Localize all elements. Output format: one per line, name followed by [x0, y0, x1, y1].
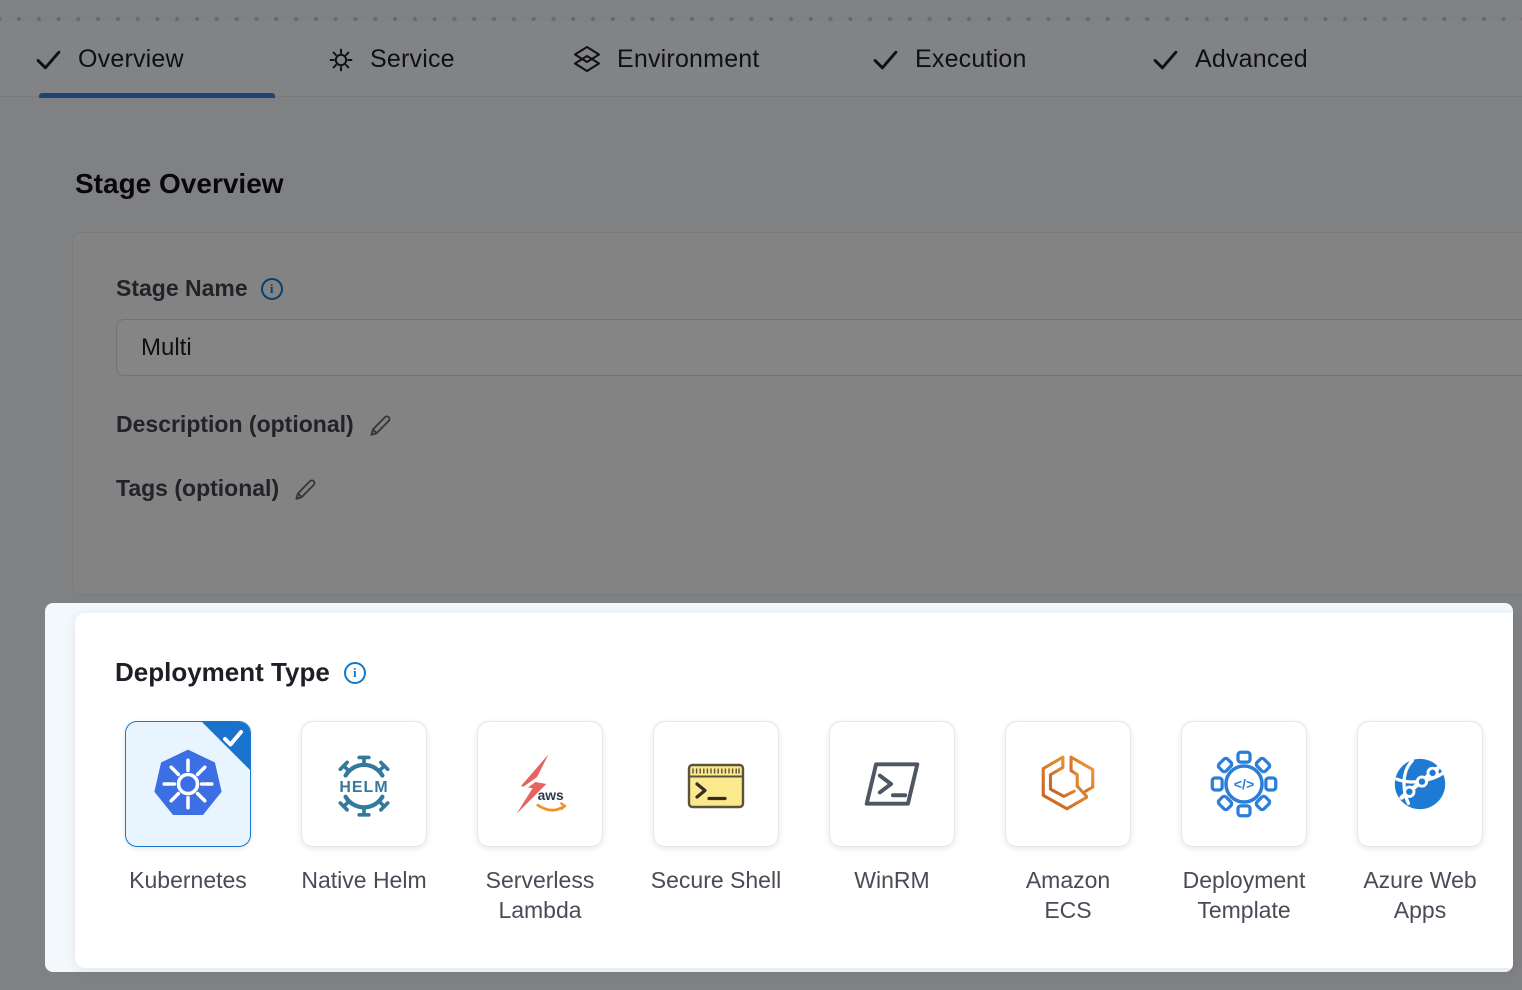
- deployment-type-title: Deployment Type: [115, 657, 330, 688]
- deployment-type-tile[interactable]: [1005, 721, 1131, 847]
- stage-overview-title: Stage Overview: [75, 168, 284, 200]
- active-tab-underline: [39, 93, 275, 98]
- check-icon: [1152, 46, 1179, 73]
- deployment-type-tile[interactable]: [829, 721, 955, 847]
- tab-overview[interactable]: Overview: [35, 22, 184, 97]
- deployment-type-tile[interactable]: HELM: [301, 721, 427, 847]
- tab-advanced[interactable]: Advanced: [1152, 22, 1308, 97]
- pipeline-canvas-dots: [0, 0, 1522, 22]
- stage-name-input[interactable]: [116, 319, 1522, 376]
- check-icon: [35, 46, 62, 73]
- gear-icon: [328, 47, 354, 73]
- deployment-template-icon: </>: [1209, 749, 1279, 819]
- description-label: Description (optional): [116, 411, 354, 438]
- secure-shell-icon: [684, 752, 748, 816]
- deployment-type-tile[interactable]: </>: [1181, 721, 1307, 847]
- deployment-type-label: Native Helm: [271, 865, 457, 895]
- deployment-type-card: Deployment Type Kubernetes HELMNative He…: [75, 613, 1513, 968]
- stage-name-label: Stage Name: [116, 275, 248, 302]
- deployment-type-tile[interactable]: [653, 721, 779, 847]
- edit-pencil-icon[interactable]: [367, 413, 391, 437]
- deployment-type-amazon-ecs[interactable]: Amazon ECS: [1005, 721, 1131, 847]
- deployment-type-serverless-lambda[interactable]: aws Serverless Lambda: [477, 721, 603, 847]
- info-icon[interactable]: [344, 662, 366, 684]
- deployment-type-label: Deployment Template: [1151, 865, 1337, 925]
- deployment-type-label: Amazon ECS: [975, 865, 1161, 925]
- info-icon[interactable]: [261, 278, 283, 300]
- azure-web-apps-icon: [1389, 753, 1451, 815]
- deployment-type-tile[interactable]: [1357, 721, 1483, 847]
- tab-execution[interactable]: Execution: [872, 22, 1027, 97]
- tab-service[interactable]: Service: [328, 22, 455, 97]
- deployment-type-winrm[interactable]: WinRM: [829, 721, 955, 847]
- tags-label: Tags (optional): [116, 475, 279, 502]
- svg-text:aws: aws: [538, 787, 564, 803]
- tab-label: Overview: [78, 45, 184, 74]
- tab-label: Advanced: [1195, 45, 1308, 74]
- deployment-type-kubernetes[interactable]: Kubernetes: [125, 721, 251, 847]
- tab-label: Environment: [617, 45, 760, 74]
- check-icon: [872, 46, 899, 73]
- helm-icon: HELM: [330, 750, 398, 818]
- stage-tabbar: Overview Service Environment Execution A…: [0, 22, 1522, 97]
- deployment-type-label: Serverless Lambda: [447, 865, 633, 925]
- edit-pencil-icon[interactable]: [292, 477, 316, 501]
- deployment-type-tile[interactable]: aws: [477, 721, 603, 847]
- layers-icon: [573, 45, 601, 74]
- deployment-type-label: Azure Web Apps: [1327, 865, 1513, 925]
- amazon-ecs-icon: [1035, 751, 1101, 817]
- deployment-type-native-helm[interactable]: HELMNative Helm: [301, 721, 427, 847]
- tab-label: Service: [370, 45, 455, 74]
- deployment-type-tile[interactable]: [125, 721, 251, 847]
- selected-check-icon: [222, 727, 244, 754]
- tab-label: Execution: [915, 45, 1027, 74]
- serverless-lambda-icon: aws: [506, 750, 574, 818]
- deployment-type-panel: Deployment Type Kubernetes HELMNative He…: [45, 603, 1513, 972]
- stage-overview-card: Stage Name Description (optional) Tags (…: [72, 232, 1522, 595]
- svg-text:HELM: HELM: [339, 779, 388, 796]
- winrm-icon: [862, 754, 922, 814]
- tab-environment[interactable]: Environment: [573, 22, 760, 97]
- deployment-type-label: Kubernetes: [95, 865, 281, 895]
- deployment-type-deployment-template[interactable]: </>Deployment Template: [1181, 721, 1307, 847]
- deployment-type-label: Secure Shell: [623, 865, 809, 895]
- svg-text:</>: </>: [1234, 777, 1255, 793]
- deployment-type-label: WinRM: [799, 865, 985, 895]
- deployment-type-azure-web-apps[interactable]: Azure Web Apps: [1357, 721, 1483, 847]
- deployment-type-grid: Kubernetes HELMNative Helm aws Serverles…: [125, 721, 1483, 847]
- deployment-type-secure-shell[interactable]: Secure Shell: [653, 721, 779, 847]
